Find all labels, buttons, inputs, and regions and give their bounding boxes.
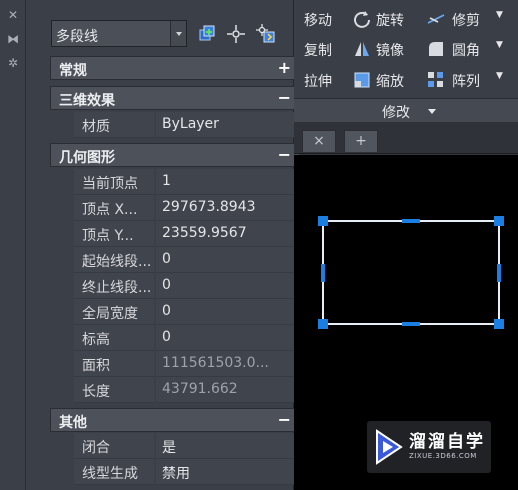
property-label: 终止线段... [74, 273, 154, 299]
rotate-button[interactable]: 旋转 [376, 10, 404, 30]
section-3d-effects[interactable]: 三维效果 − [50, 86, 300, 110]
vertex-grip [494, 216, 504, 226]
vertex-grip [494, 319, 504, 329]
property-label: 顶点 Y... [74, 221, 154, 247]
property-value-readonly: 43791.662 [156, 377, 300, 403]
property-value[interactable]: 1 [156, 169, 300, 195]
properties-palette: 多段线 常规 + 三维效果 − 材质 ByLayer 几何图形 − 当前顶点 1… [26, 0, 300, 490]
array-button[interactable]: 阵列 [452, 71, 480, 91]
property-row-elevation[interactable]: 标高 0 [74, 325, 300, 351]
property-row-area: 面积 111561503.0... [74, 351, 300, 377]
select-objects-icon[interactable] [226, 24, 246, 44]
property-row-length: 长度 43791.662 [74, 377, 300, 403]
property-row-end-width[interactable]: 终止线段... 0 [74, 273, 300, 299]
property-value-readonly: 111561503.0... [156, 351, 300, 377]
property-row-vertex-y[interactable]: 顶点 Y... 23559.9567 [74, 221, 300, 247]
rotate-icon[interactable] [352, 9, 372, 29]
property-value[interactable]: 297673.8943 [156, 195, 300, 221]
property-value[interactable]: 0 [156, 299, 300, 325]
property-row-global-width[interactable]: 全局宽度 0 [74, 299, 300, 325]
section-general[interactable]: 常规 + [50, 56, 300, 80]
trim-dropdown-icon[interactable]: ▼ [496, 10, 503, 20]
midpoint-grip [402, 219, 420, 223]
property-row-closed[interactable]: 闭合 是 [74, 433, 300, 459]
object-type-value: 多段线 [56, 29, 98, 45]
midpoint-grip [402, 322, 420, 326]
property-value[interactable]: 是 [156, 433, 300, 459]
property-label: 全局宽度 [74, 299, 154, 325]
expand-icon[interactable]: + [278, 58, 291, 77]
scale-button[interactable]: 缩放 [376, 71, 404, 91]
property-label: 顶点 X... [74, 195, 154, 221]
fillet-icon[interactable] [426, 39, 446, 59]
ribbon-modify-panel: 移动 旋转 修剪 ▼ 复制 镜像 圆角 ▼ 拉伸 缩放 阵列 ▼ 修改 [294, 0, 518, 122]
drawing-tab-bar: × + [294, 122, 518, 154]
panel-title: 修改 [382, 105, 410, 121]
section-title: 三维效果 [59, 93, 115, 109]
midpoint-grip [497, 264, 501, 282]
array-icon[interactable] [426, 70, 446, 90]
midpoint-grip [321, 264, 325, 282]
modify-panel-footer[interactable]: 修改 [294, 98, 518, 122]
chevron-down-icon[interactable] [170, 21, 186, 46]
palette-side-strip: ✕ ⧓ ✲ [0, 0, 26, 490]
property-row-current-vertex[interactable]: 当前顶点 1 [74, 169, 300, 195]
property-label: 当前顶点 [74, 169, 154, 195]
chevron-down-icon[interactable] [428, 109, 436, 118]
close-icon[interactable]: ✕ [6, 8, 20, 22]
fillet-button[interactable]: 圆角 [452, 40, 480, 60]
autohide-icon[interactable]: ⧓ [6, 32, 20, 46]
trim-button[interactable]: 修剪 [452, 10, 480, 30]
collapse-icon[interactable]: − [278, 145, 291, 164]
object-type-select[interactable]: 多段线 [51, 20, 187, 47]
mirror-icon[interactable] [352, 39, 372, 59]
play-logo-icon [376, 429, 403, 465]
section-title: 几何图形 [59, 150, 115, 166]
section-title: 常规 [59, 63, 87, 79]
property-value[interactable]: 0 [156, 325, 300, 351]
property-label: 材质 [74, 112, 154, 138]
property-value[interactable]: 0 [156, 247, 300, 273]
toggle-pickadd-icon[interactable] [197, 24, 217, 44]
property-value[interactable]: 禁用 [156, 459, 300, 485]
close-tab-icon[interactable]: × [302, 130, 336, 152]
scale-icon[interactable] [352, 70, 372, 90]
mirror-button[interactable]: 镜像 [376, 40, 404, 60]
property-label: 长度 [74, 377, 154, 403]
section-title: 其他 [59, 415, 87, 431]
property-label: 线型生成 [74, 459, 154, 485]
property-row-vertex-x[interactable]: 顶点 X... 297673.8943 [74, 195, 300, 221]
property-value[interactable]: ByLayer [156, 112, 300, 138]
move-button[interactable]: 移动 [304, 10, 332, 30]
watermark-url: ZIXUE.3D66.COM [409, 452, 477, 460]
property-value[interactable]: 23559.9567 [156, 221, 300, 247]
fillet-dropdown-icon[interactable]: ▼ [496, 40, 503, 50]
new-tab-icon[interactable]: + [344, 130, 378, 152]
watermark: 溜溜自学 ZIXUE.3D66.COM [367, 421, 491, 473]
quick-select-icon[interactable] [256, 24, 276, 44]
vertex-grip [318, 319, 328, 329]
trim-icon[interactable] [426, 9, 446, 29]
copy-button[interactable]: 复制 [304, 40, 332, 60]
settings-icon[interactable]: ✲ [6, 56, 20, 70]
section-geometry[interactable]: 几何图形 − [50, 143, 300, 167]
property-label: 标高 [74, 325, 154, 351]
property-label: 面积 [74, 351, 154, 377]
array-dropdown-icon[interactable]: ▼ [496, 71, 503, 81]
property-label: 闭合 [74, 433, 154, 459]
stretch-button[interactable]: 拉伸 [304, 71, 332, 91]
section-misc[interactable]: 其他 − [50, 408, 300, 432]
property-row-linetype-generation[interactable]: 线型生成 禁用 [74, 459, 300, 485]
property-row-material[interactable]: 材质 ByLayer [74, 112, 300, 138]
watermark-text: 溜溜自学 [409, 432, 485, 452]
polyline-rectangle [322, 220, 500, 325]
collapse-icon[interactable]: − [278, 88, 291, 107]
collapse-icon[interactable]: − [278, 410, 291, 429]
property-value[interactable]: 0 [156, 273, 300, 299]
vertex-grip [318, 216, 328, 226]
property-label: 起始线段... [74, 247, 154, 273]
property-row-start-width[interactable]: 起始线段... 0 [74, 247, 300, 273]
